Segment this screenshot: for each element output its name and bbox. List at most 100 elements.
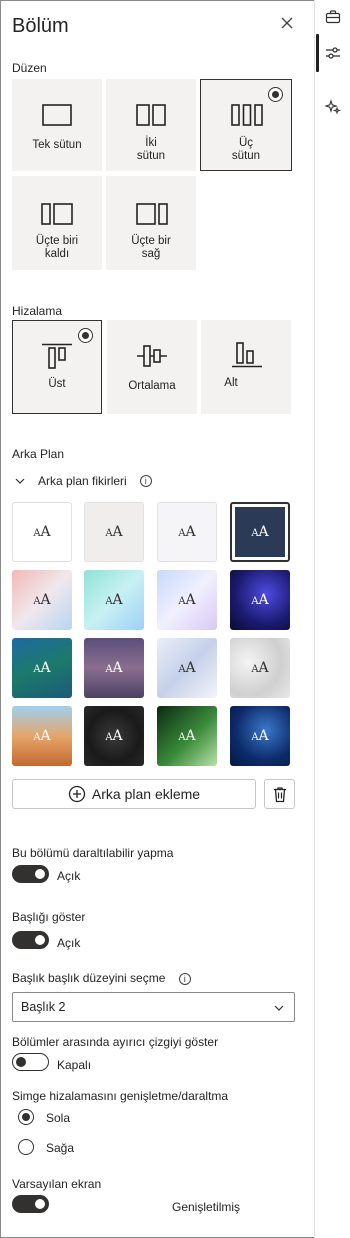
icon-alignment-label: Simge hizalamasını genişletme/daraltma xyxy=(12,1089,229,1103)
default-display-state: Genişletilmiş xyxy=(172,1200,241,1214)
background-label: Arka Plan xyxy=(12,447,65,461)
one-third-left-icon xyxy=(41,203,73,225)
background-option[interactable]: AA xyxy=(157,638,217,698)
layout-one-column[interactable]: Tek sütun xyxy=(12,79,102,171)
background-option[interactable]: AA xyxy=(230,502,290,562)
align-top-icon xyxy=(42,343,72,369)
text-preview-icon: AA xyxy=(105,660,123,676)
alignment-option-label: Üst xyxy=(48,378,66,390)
default-display-toggle[interactable] xyxy=(12,1195,49,1213)
layout-one-third-left[interactable]: Üçte biri kaldı xyxy=(12,176,102,270)
radio-left[interactable] xyxy=(18,1109,34,1125)
align-top[interactable]: Üst xyxy=(12,320,102,414)
layout-three-columns[interactable]: Üç sütun xyxy=(200,79,292,171)
align-bottom-icon xyxy=(232,342,262,368)
collapsible-toggle[interactable] xyxy=(12,865,49,883)
background-option[interactable]: AA xyxy=(84,570,144,630)
sparkle-icon xyxy=(325,99,341,115)
trash-icon xyxy=(273,786,286,802)
close-button[interactable] xyxy=(278,14,298,34)
text-preview-icon: AA xyxy=(178,592,196,608)
radio-left-label: Sola xyxy=(46,1111,71,1125)
toggle-knob xyxy=(35,935,45,945)
background-option[interactable]: AA xyxy=(84,502,144,562)
delete-background-button[interactable] xyxy=(264,779,295,809)
toggle-knob xyxy=(16,1056,26,1067)
collapsible-state: Açık xyxy=(57,869,81,883)
panel-title: Bölüm xyxy=(12,15,69,37)
background-option[interactable]: AA xyxy=(157,502,217,562)
show-heading-toggle[interactable] xyxy=(12,931,49,949)
background-option[interactable]: AA xyxy=(157,706,217,766)
section-panel: Bölüm Düzen Tek sütun İki sütun Üç sütun… xyxy=(0,0,314,1238)
layout-option-label: İki sütun xyxy=(136,137,166,162)
text-preview-icon: AA xyxy=(251,592,269,608)
sliders-icon xyxy=(326,47,340,59)
heading-level-dropdown[interactable]: Başlık 2 xyxy=(12,992,295,1022)
designer-button[interactable] xyxy=(315,92,350,122)
background-option[interactable]: AA xyxy=(12,638,72,698)
background-option[interactable]: AA xyxy=(12,502,72,562)
two-columns-icon xyxy=(136,104,166,126)
show-heading-label: Başlığı göster xyxy=(12,910,86,924)
heading-level-value: Başlık 2 xyxy=(21,1000,66,1014)
background-option[interactable]: AA xyxy=(230,706,290,766)
layout-one-third-right[interactable]: Üçte bir sağ xyxy=(106,176,196,270)
background-option[interactable]: AA xyxy=(230,638,290,698)
layout-option-label: Tek sütun xyxy=(32,139,82,151)
layout-option-label: Üç sütun xyxy=(231,137,261,162)
background-option[interactable]: AA xyxy=(12,706,72,766)
text-preview-icon: AA xyxy=(105,728,123,744)
properties-button[interactable] xyxy=(315,38,350,68)
radio-right[interactable] xyxy=(18,1139,34,1155)
text-preview-icon: AA xyxy=(33,524,51,540)
text-preview-icon: AA xyxy=(251,524,269,540)
default-display-label: Varsayılan ekran xyxy=(12,1177,102,1191)
divider-state: Kapalı xyxy=(57,1058,92,1072)
align-center[interactable]: Ortalama xyxy=(107,320,197,414)
text-preview-icon: AA xyxy=(33,592,51,608)
background-ideas-toggle[interactable]: Arka plan fikirleri i xyxy=(14,474,152,488)
background-option[interactable]: AA xyxy=(84,638,144,698)
divider-label: Bölümler arasında ayırıcı çizgiyi göster xyxy=(12,1035,219,1049)
text-preview-icon: AA xyxy=(105,592,123,608)
layout-option-label: Üçte biri kaldı xyxy=(35,235,79,260)
background-option[interactable]: AA xyxy=(230,570,290,630)
selected-indicator xyxy=(268,87,283,102)
text-preview-icon: AA xyxy=(178,660,196,676)
close-icon xyxy=(281,17,293,29)
background-option[interactable]: AA xyxy=(157,570,217,630)
heading-level-label: Başlık başlık düzeyini seçme i xyxy=(12,971,191,985)
text-preview-icon: AA xyxy=(178,728,196,744)
divider-toggle[interactable] xyxy=(12,1053,49,1071)
radio-right-label: Sağa xyxy=(46,1141,75,1155)
chevron-down-icon xyxy=(274,1005,284,1011)
info-icon[interactable]: i xyxy=(178,973,191,985)
background-option[interactable]: AA xyxy=(12,570,72,630)
toggle-knob xyxy=(35,1199,45,1209)
selected-background-swatch: AA xyxy=(235,507,285,557)
layout-two-columns[interactable]: İki sütun xyxy=(106,79,196,171)
align-bottom[interactable]: Alt xyxy=(201,320,291,414)
text-preview-icon: AA xyxy=(251,660,269,676)
side-rail xyxy=(314,0,350,1238)
layout-label: Düzen xyxy=(12,61,47,75)
info-icon[interactable]: i xyxy=(139,475,152,487)
three-columns-icon xyxy=(231,104,263,126)
text-preview-icon: AA xyxy=(33,728,51,744)
collapsible-label: Bu bölümü daraltılabilir yapma xyxy=(12,846,174,860)
text-preview-icon: AA xyxy=(178,524,196,540)
add-circle-icon xyxy=(68,785,86,803)
text-preview-icon: AA xyxy=(33,660,51,676)
alignment-option-label: Alt xyxy=(224,377,238,389)
add-background-label: Arka plan ekleme xyxy=(91,786,201,802)
toolbox-button[interactable] xyxy=(315,2,350,32)
text-preview-icon: AA xyxy=(251,728,269,744)
text-preview-icon: AA xyxy=(105,524,123,540)
alignment-label: Hizalama xyxy=(12,304,63,318)
toggle-knob xyxy=(35,869,45,879)
background-option[interactable]: AA xyxy=(84,706,144,766)
add-background-button[interactable]: Arka plan ekleme xyxy=(12,779,256,809)
background-ideas-label: Arka plan fikirleri xyxy=(38,474,127,488)
align-center-icon xyxy=(137,345,167,367)
